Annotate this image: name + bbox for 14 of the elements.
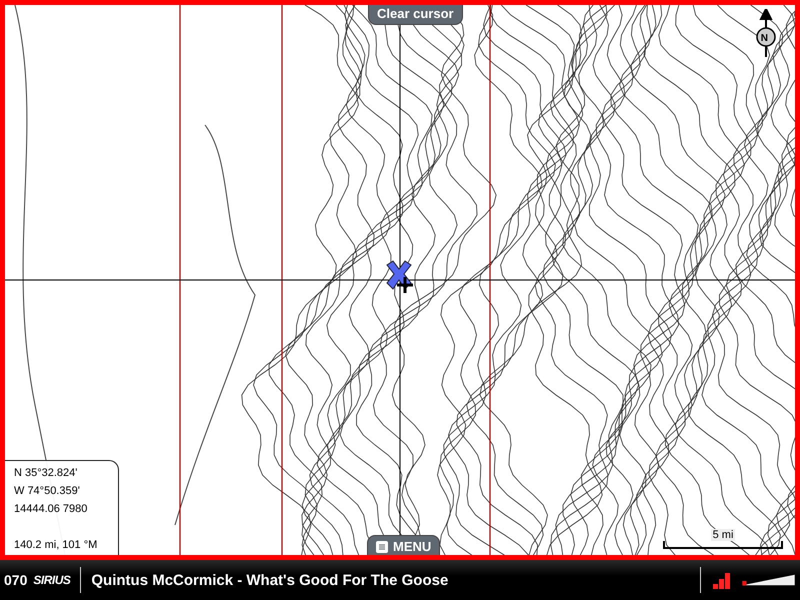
scale-label: 5 mi <box>710 529 736 541</box>
now-playing-text: Quintus McCormick - What's Good For The Goose <box>91 572 450 588</box>
radio-logo: SIRIUS <box>33 573 70 587</box>
clear-cursor-button[interactable]: Clear cursor <box>368 5 463 25</box>
menu-button[interactable]: MENU <box>367 535 440 555</box>
longitude-text: W 74°50.359' <box>14 485 81 497</box>
menu-icon <box>376 540 388 552</box>
scale-bar-icon <box>663 541 783 549</box>
loran-text: 14444.06 7980 <box>14 503 88 515</box>
north-label: N <box>760 33 768 44</box>
channel-number: 070 <box>4 572 28 588</box>
range-bearing-text: 140.2 mi, 101 °M <box>14 539 98 551</box>
north-arrow-icon <box>755 9 777 57</box>
latitude-text: N 35°32.824' <box>14 467 78 479</box>
